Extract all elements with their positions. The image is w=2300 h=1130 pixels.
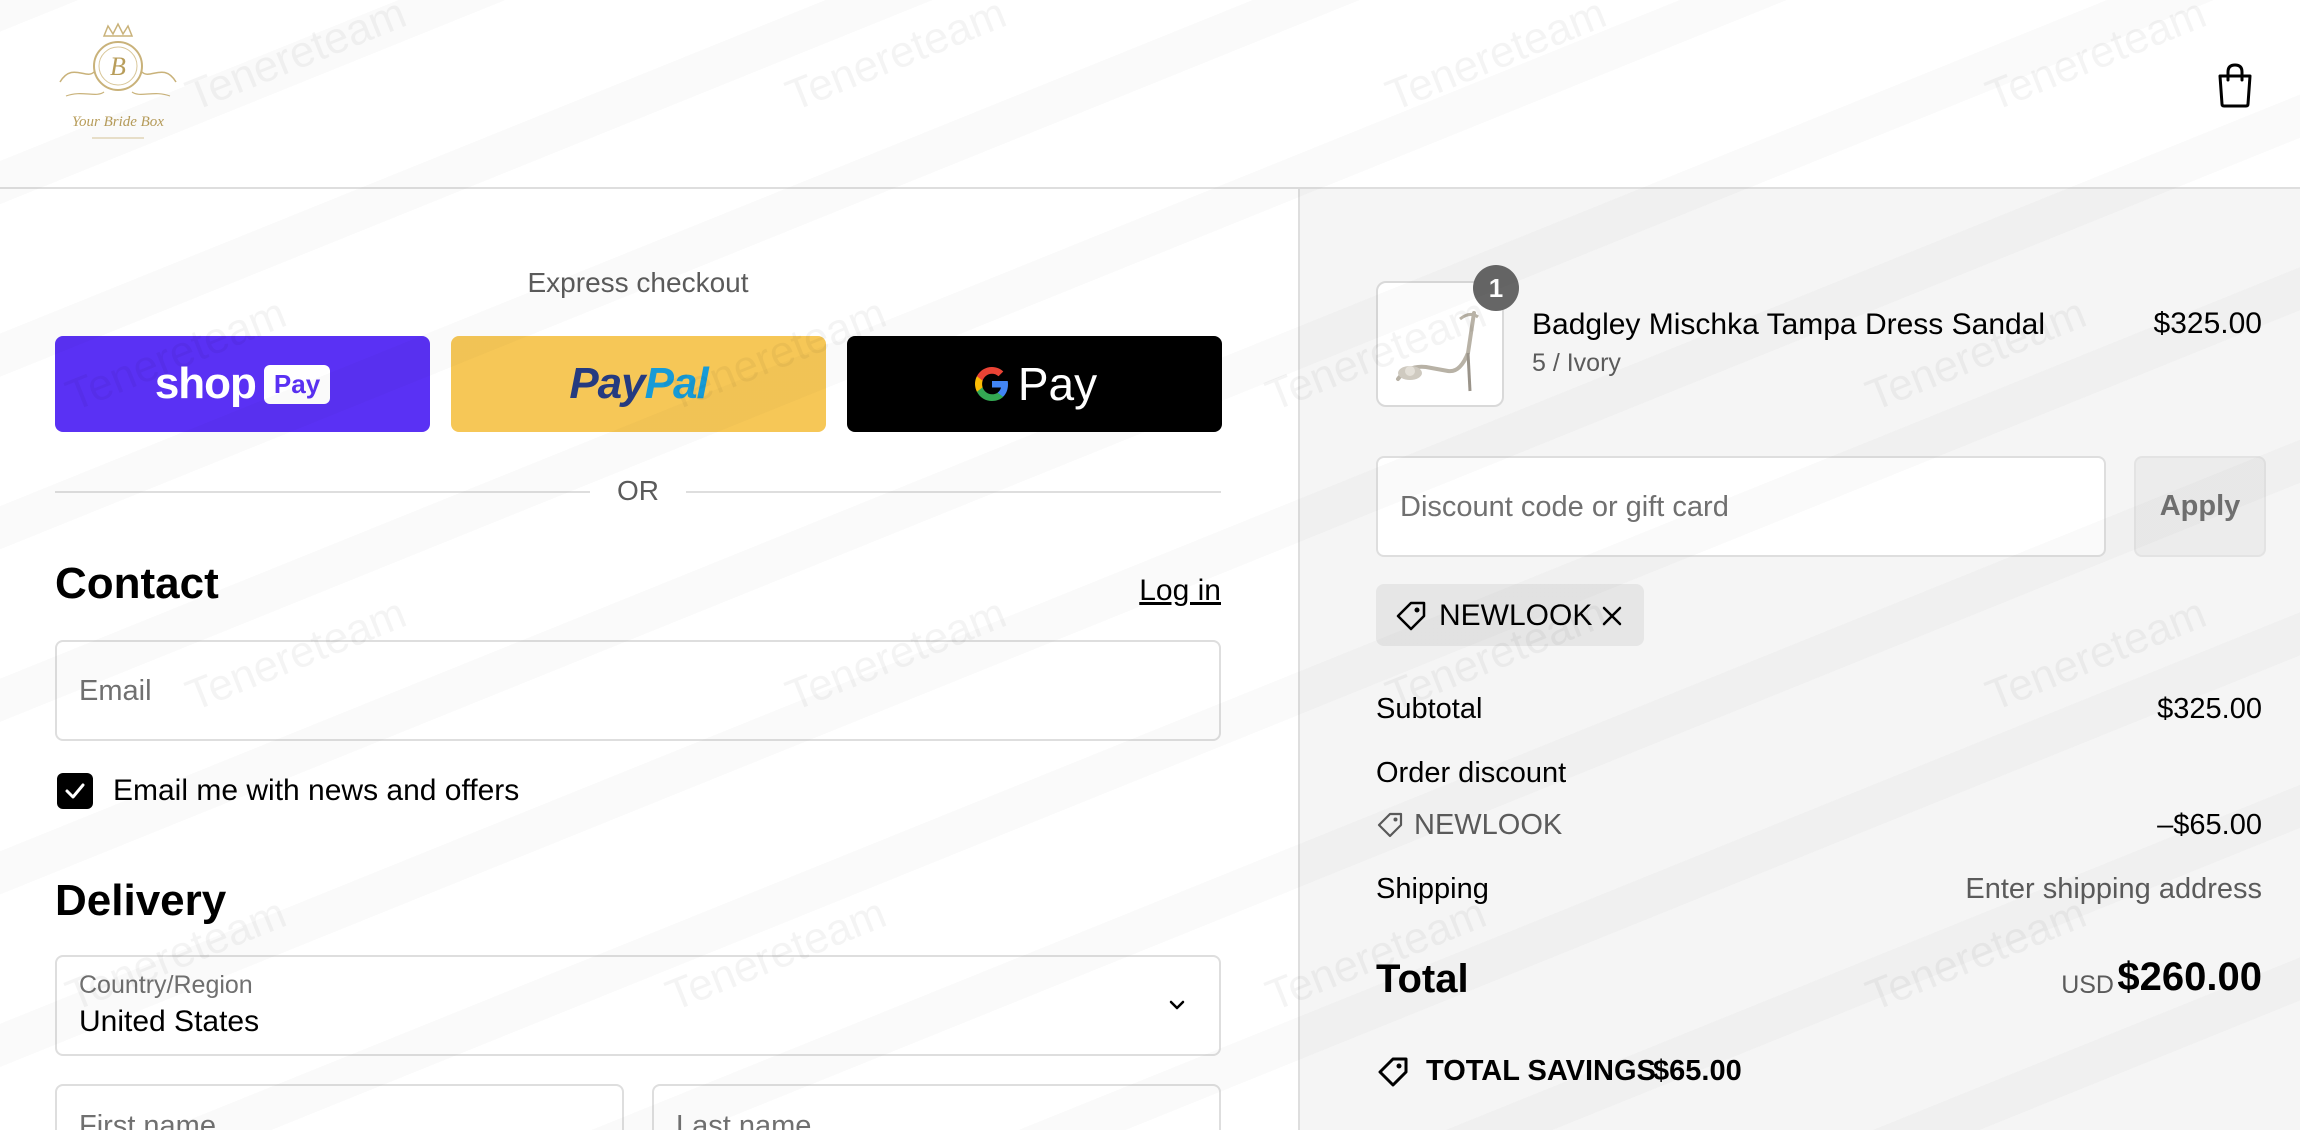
checkmark-icon xyxy=(65,783,85,799)
google-pay-wordmark: Pay xyxy=(972,357,1097,411)
contact-heading: Contact xyxy=(55,559,219,608)
newsletter-checkbox[interactable] xyxy=(57,773,93,809)
chevron-down-icon xyxy=(1169,1000,1185,1010)
paypal-button[interactable]: PayPal xyxy=(451,336,826,432)
first-name-placeholder: First name xyxy=(79,1110,216,1130)
newsletter-label: Email me with news and offers xyxy=(113,774,520,807)
country-label: Country/Region xyxy=(79,971,253,999)
subtotal-value: $325.00 xyxy=(2157,693,2262,725)
google-pay-button[interactable]: Pay xyxy=(847,336,1222,432)
shop-pay-button[interactable]: shop Pay xyxy=(55,336,430,432)
checkout-form: Express checkout shop Pay PayPal Pay OR … xyxy=(0,189,1298,1130)
delivery-heading: Delivery xyxy=(55,876,227,925)
tag-icon xyxy=(1396,601,1426,631)
product-price: $325.00 xyxy=(2153,307,2262,340)
discount-code-field[interactable]: Discount code or gift card xyxy=(1376,456,2106,557)
apply-button[interactable]: Apply xyxy=(2134,456,2266,557)
total-value: $260.00 xyxy=(2117,955,2262,999)
applied-discount-chip: NEWLOOK xyxy=(1376,584,1644,646)
shop-pay-wordmark: shop xyxy=(154,359,257,408)
discount-code-label: NEWLOOK xyxy=(1414,809,1563,841)
shop-pay-chip: Pay xyxy=(263,364,331,404)
discount-placeholder: Discount code or gift card xyxy=(1400,491,1729,523)
header: B Your Bride Box xyxy=(0,0,2300,189)
cart-bag-icon[interactable] xyxy=(2216,62,2254,108)
email-field[interactable]: Email xyxy=(55,640,1221,741)
quantity-badge: 1 xyxy=(1473,265,1519,311)
order-discount-label: Order discount xyxy=(1376,757,1567,789)
discount-value: –$65.00 xyxy=(2157,809,2262,841)
country-value: United States xyxy=(79,1005,260,1038)
brand-logo[interactable]: B Your Bride Box xyxy=(52,22,184,150)
total-label: Total xyxy=(1376,957,1469,1001)
applied-code: NEWLOOK xyxy=(1439,599,1593,632)
discount-tag-icon xyxy=(1377,812,1403,838)
svg-text:B: B xyxy=(110,52,126,81)
total-savings-value: $65.00 xyxy=(1653,1055,1742,1087)
express-checkout-title: Express checkout xyxy=(527,267,749,298)
savings-tag-icon xyxy=(1378,1057,1408,1087)
first-name-field[interactable]: First name xyxy=(55,1084,624,1130)
remove-discount-icon[interactable] xyxy=(1598,602,1626,630)
product-variant: 5 / Ivory xyxy=(1532,349,1621,377)
svg-text:Your Bride Box: Your Bride Box xyxy=(72,114,164,130)
or-divider: OR xyxy=(55,471,1221,511)
shipping-label: Shipping xyxy=(1376,873,1489,905)
email-placeholder: Email xyxy=(79,675,152,707)
product-name: Badgley Mischka Tampa Dress Sandal xyxy=(1532,308,2046,341)
last-name-field[interactable]: Last name xyxy=(652,1084,1221,1130)
or-label: OR xyxy=(617,475,659,506)
google-g-icon xyxy=(974,367,1008,401)
country-select[interactable]: Country/Region United States xyxy=(55,955,1221,1056)
subtotal-label: Subtotal xyxy=(1376,693,1483,725)
log-in-link[interactable]: Log in xyxy=(1139,574,1221,608)
order-summary: 1 Badgley Mischka Tampa Dress Sandal 5 /… xyxy=(1298,189,2300,1130)
shipping-value: Enter shipping address xyxy=(1965,873,2262,905)
total-savings-label: TOTAL SAVINGS xyxy=(1426,1055,1656,1087)
paypal-wordmark: PayPal xyxy=(569,359,708,408)
total-currency: USD xyxy=(2061,971,2114,999)
last-name-placeholder: Last name xyxy=(676,1110,812,1130)
